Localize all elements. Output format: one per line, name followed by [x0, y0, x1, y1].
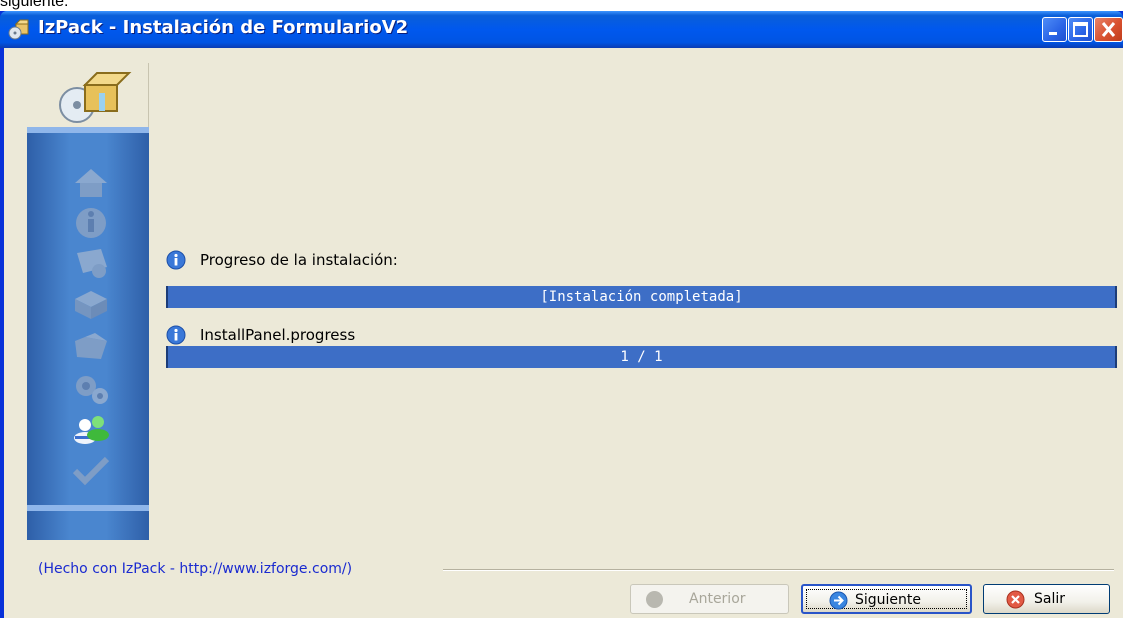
users-icon: [74, 416, 109, 444]
minimize-icon: [1049, 32, 1057, 35]
window-title: IzPack - Instalación de FormularioV2: [38, 17, 409, 38]
close-button[interactable]: [1094, 17, 1123, 42]
installer-box-icon: [59, 72, 132, 123]
caption-text: siguiente:: [0, 0, 69, 10]
steps-sidebar: [27, 63, 149, 540]
title-bar[interactable]: IzPack - Instalación de FormularioV2: [0, 11, 1123, 48]
installer-window: IzPack - Instalación de FormularioV2 Pro…: [0, 11, 1123, 618]
sidebar-divider-top: [27, 127, 149, 133]
minimize-button[interactable]: [1042, 17, 1067, 42]
izpack-credit: (Hecho con IzPack - http://www.izforge.c…: [38, 561, 353, 577]
footer-divider: [443, 569, 1114, 571]
install-progress-bar: [Instalación completada]: [166, 286, 1117, 308]
gears-icon: [76, 376, 108, 404]
sidebar-divider-bottom: [27, 505, 149, 511]
license-icon: [77, 249, 107, 278]
pack-progress-bar: 1 / 1: [166, 346, 1117, 368]
window-client-area: Progreso de la instalación: [Instalación…: [4, 48, 1123, 618]
maximize-icon: [1073, 22, 1088, 37]
next-arrow-icon: [829, 591, 848, 610]
sidebar-header: [27, 63, 149, 127]
maximize-button[interactable]: [1068, 17, 1093, 42]
pack-progress-status: 1 / 1: [620, 349, 663, 365]
check-icon: [72, 456, 110, 486]
installer-box-icon: [8, 19, 29, 40]
cancel-icon: [1006, 590, 1025, 609]
install-progress-label: Progreso de la instalación:: [200, 251, 398, 269]
back-arrow-icon: [646, 591, 663, 608]
pack-progress-label: InstallPanel.progress: [200, 326, 356, 344]
quit-button[interactable]: Salir: [983, 584, 1110, 614]
install-progress-status: [Instalación completada]: [540, 289, 743, 305]
info-icon: [166, 325, 186, 345]
next-button[interactable]: Siguiente: [801, 584, 972, 614]
back-button[interactable]: Anterior: [630, 584, 789, 614]
folder-icon: [75, 333, 107, 359]
home-icon: [75, 169, 107, 197]
info-icon: [76, 208, 106, 238]
close-icon: [1101, 22, 1116, 37]
info-icon: [166, 250, 186, 270]
packages-icon: [75, 291, 107, 319]
